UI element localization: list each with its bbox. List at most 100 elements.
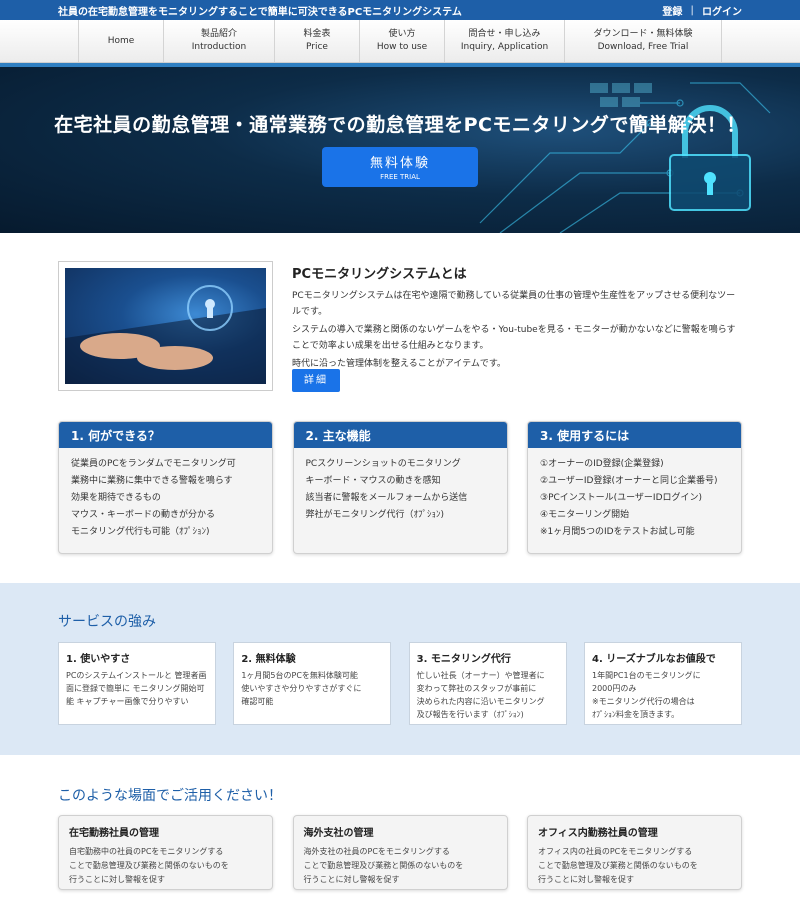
feature-cards: 1. 何ができる？ 従業員のPCをランダムでモニタリング可 業務中に業務に集中で… bbox=[58, 421, 742, 554]
circuit-lock-illustration bbox=[479, 82, 771, 233]
usage-card-remote: 在宅勤務社員の管理 自宅勤務中の社員のPCをモニタリングする ことで勤怠管理及び… bbox=[58, 815, 273, 890]
strength-line: 決められた内容に沿いモニタリング bbox=[416, 697, 545, 706]
nav-how-to-use-ja: 使い方 bbox=[388, 29, 416, 39]
strength-card-title: 1. 使いやすさ bbox=[66, 654, 131, 665]
nav-introduction-en: Introduction bbox=[191, 42, 247, 52]
feature-item: ③PCインストール(ユーザーIDログイン) bbox=[540, 493, 703, 503]
strength-line: 能 キャプチャー画像で分りやすい bbox=[66, 697, 189, 706]
about-paragraph-1: PCモニタリングシステムは在宅や遠隔で勤務している従業員の仕事の管理や生産性をア… bbox=[292, 291, 736, 317]
nav-introduction-ja: 製品紹介 bbox=[200, 29, 237, 39]
feature-card-usage: 3. 使用するには ①オーナーのID登録(企業登録) ②ユーザーID登録(オーナ… bbox=[527, 421, 742, 554]
feature-card-what: 1. 何ができる？ 従業員のPCをランダムでモニタリング可 業務中に業務に集中で… bbox=[58, 421, 273, 554]
usage-card-title: オフィス内勤務社員の管理 bbox=[538, 828, 658, 839]
login-link[interactable]: ログイン bbox=[702, 3, 742, 18]
laptop-keyboard-illustration bbox=[65, 285, 266, 384]
site-tagline: 社員の在宅勤怠管理をモニタリングすることで簡単に可決できるPCモニタリングシステ… bbox=[58, 6, 462, 18]
nav-home-label: Home bbox=[107, 35, 135, 46]
feature-item: 該当者に警報をメールフォームから送信 bbox=[305, 493, 468, 503]
nav-how-to-use[interactable]: 使い方 How to use bbox=[359, 20, 444, 62]
strength-cards: 1. 使いやすさ PCのシステムインストールと 管理者画 面に登録で簡単に モニ… bbox=[58, 642, 742, 725]
strength-line: 1ヶ月間5台のPCを無料体験可能 bbox=[241, 671, 358, 680]
usage-line: 行うことに対し警報を促す bbox=[303, 875, 400, 884]
strength-line: PCのシステムインストールと 管理者画 bbox=[66, 671, 207, 680]
nav-inquiry[interactable]: 問合せ・申し込み Inquiry, Application bbox=[444, 20, 564, 62]
feature-item: PCスクリーンショットのモニタリング bbox=[305, 459, 461, 469]
usage-cards: 在宅勤務社員の管理 自宅勤務中の社員のPCをモニタリングする ことで勤怠管理及び… bbox=[58, 815, 742, 890]
strength-card-price: 4. リーズナブルなお値段で 1年間PC1台のモニタリングに 2000円のみ ※… bbox=[583, 642, 742, 725]
strength-line: 変わって弊社のスタッフが事前に bbox=[416, 684, 537, 693]
nav-price[interactable]: 料金表 Price bbox=[274, 20, 359, 62]
main-nav: Home 製品紹介 Introduction 料金表 Price 使い方 How to… bbox=[0, 20, 800, 63]
feature-item: ※1ヶ月間5つのIDをテストお試し可能 bbox=[540, 527, 695, 537]
feature-item: マウス・キーボードの動きが分かる bbox=[71, 510, 216, 520]
nav-price-en: Price bbox=[306, 42, 328, 52]
about-paragraph-2: システムの導入で業務と関係のないゲームをやる・You-tubeを見る・モニターが… bbox=[292, 325, 736, 351]
strength-card-monitoring-agency: 3. モニタリング代行 忙しい社長（オーナー）や管理者に 変わって弊社のスタッフ… bbox=[408, 642, 567, 725]
auth-separator: | bbox=[690, 4, 694, 16]
strength-line: 使いやすさや分りやすさがすぐに bbox=[241, 684, 362, 693]
feature-card-functions: 2. 主な機能 PCスクリーンショットのモニタリング キーボード・マウスの動きを… bbox=[292, 421, 508, 554]
feature-item: ②ユーザーID登録(オーナーと同じ企業番号) bbox=[540, 476, 718, 486]
top-bar: 社員の在宅勤怠管理をモニタリングすることで簡単に可決できるPCモニタリングシステ… bbox=[0, 0, 800, 20]
free-trial-label-ja: 無料体験 bbox=[369, 156, 430, 171]
feature-item: ④モニターリング開始 bbox=[540, 510, 630, 520]
nav-download-en: Download, Free Trial bbox=[597, 42, 689, 52]
nav-download-ja: ダウンロード・無料体験 bbox=[593, 29, 693, 39]
strength-line: 2000円のみ bbox=[591, 684, 637, 693]
hero-headline: 在宅社員の勤怠管理・通常業務での勤怠管理をPCモニタリングで簡単解決！！ bbox=[54, 114, 746, 136]
nav-inquiry-en: Inquiry, Application bbox=[460, 42, 549, 52]
strength-line: ｵﾌﾟｼｮﾝ料金を頂きます。 bbox=[591, 710, 680, 719]
usage-line: 海外支社の社員のPCをモニタリングする bbox=[303, 847, 450, 856]
usage-line: オフィス内の社員のPCをモニタリングする bbox=[538, 847, 693, 856]
usage-line: 行うことに対し警報を促す bbox=[69, 875, 165, 884]
nav-download[interactable]: ダウンロード・無料体験 Download, Free Trial bbox=[564, 20, 722, 62]
usage-title: このような場面でご活用ください！ bbox=[58, 788, 282, 804]
free-trial-label-en: FREE TRIAL bbox=[380, 173, 420, 181]
usage-card-overseas: 海外支社の管理 海外支社の社員のPCをモニタリングする ことで勤怠管理及び業務と… bbox=[292, 815, 508, 890]
register-link[interactable]: 登録 bbox=[662, 3, 682, 18]
feature-card-title: 3. 使用するには bbox=[528, 422, 741, 448]
auth-links: 登録 | ログイン bbox=[662, 3, 742, 18]
usage-line: ことで勤怠管理及び業務と関係のないものを bbox=[69, 861, 229, 870]
strength-line: 及び報告を行います（ｵﾌﾟｼｮﾝ) bbox=[416, 710, 524, 719]
nav-price-ja: 料金表 bbox=[303, 29, 331, 39]
strength-line: 1年間PC1台のモニタリングに bbox=[591, 671, 701, 680]
strength-card-free-trial: 2. 無料体験 1ヶ月間5台のPCを無料体験可能 使いやすさや分りやすさがすぐに… bbox=[233, 642, 392, 725]
nav-how-to-use-en: How to use bbox=[376, 42, 428, 52]
feature-card-title: 1. 何ができる？ bbox=[59, 422, 272, 448]
feature-item: 従業員のPCをランダムでモニタリング可 bbox=[71, 459, 236, 469]
usage-line: ことで勤怠管理及び業務と関係のないものを bbox=[303, 861, 464, 870]
feature-item: キーボード・マウスの動きを感知 bbox=[305, 476, 441, 486]
feature-item: モニタリング代行も可能（ｵﾌﾟｼｮﾝ) bbox=[71, 527, 210, 537]
about-paragraph-3: 時代に沿った管理体制を整えることがアイテムです。 bbox=[292, 359, 506, 369]
strengths-section: サービスの強み 1. 使いやすさ PCのシステムインストールと 管理者画 面に登… bbox=[0, 583, 800, 755]
strength-line: ※モニタリング代行の場合は bbox=[591, 697, 695, 706]
feature-card-title: 2. 主な機能 bbox=[293, 422, 507, 448]
about-section: PCモニタリングシステムとは PCモニタリングシステムは在宅や遠隔で勤務している… bbox=[0, 233, 800, 583]
laptop-security-image bbox=[65, 268, 266, 384]
feature-item: 効果を期待できるもの bbox=[71, 493, 161, 503]
strength-card-usability: 1. 使いやすさ PCのシステムインストールと 管理者画 面に登録で簡単に モニ… bbox=[58, 642, 216, 725]
detail-button[interactable]: 詳細 bbox=[292, 369, 340, 392]
feature-item: ①オーナーのID登録(企業登録) bbox=[540, 459, 664, 469]
about-photo-frame bbox=[58, 261, 273, 391]
strengths-title: サービスの強み bbox=[58, 614, 156, 630]
usage-scenes-section: このような場面でご活用ください！ 在宅勤務社員の管理 自宅勤務中の社員のPCをモ… bbox=[0, 755, 800, 900]
about-text: PCモニタリングシステムとは PCモニタリングシステムは在宅や遠隔で勤務している… bbox=[292, 263, 742, 374]
usage-card-office: オフィス内勤務社員の管理 オフィス内の社員のPCをモニタリングする ことで勤怠管… bbox=[527, 815, 742, 890]
usage-card-title: 在宅勤務社員の管理 bbox=[69, 828, 159, 839]
hero-banner: 在宅社員の勤怠管理・通常業務での勤怠管理をPCモニタリングで簡単解決！！ 無料体… bbox=[0, 63, 800, 233]
free-trial-button[interactable]: 無料体験 FREE TRIAL bbox=[322, 147, 478, 187]
feature-item: 業務中に業務に集中できる警報を鳴らす bbox=[71, 476, 233, 486]
usage-line: ことで勤怠管理及び業務と関係のないものを bbox=[538, 861, 698, 870]
nav-home[interactable]: Home bbox=[78, 20, 163, 62]
strength-card-title: 4. リーズナブルなお値段で bbox=[591, 654, 716, 665]
strength-card-title: 2. 無料体験 bbox=[241, 654, 296, 665]
feature-item: 弊社がモニタリング代行（ｵﾌﾟｼｮﾝ) bbox=[305, 510, 445, 520]
strength-line: 面に登録で簡単に モニタリング開始可 bbox=[66, 684, 205, 693]
nav-inquiry-ja: 問合せ・申し込み bbox=[468, 29, 541, 39]
nav-introduction[interactable]: 製品紹介 Introduction bbox=[163, 20, 274, 62]
strength-line: 確認可能 bbox=[241, 697, 274, 706]
strength-line: 忙しい社長（オーナー）や管理者に bbox=[416, 671, 545, 680]
strength-card-title: 3. モニタリング代行 bbox=[416, 654, 511, 665]
